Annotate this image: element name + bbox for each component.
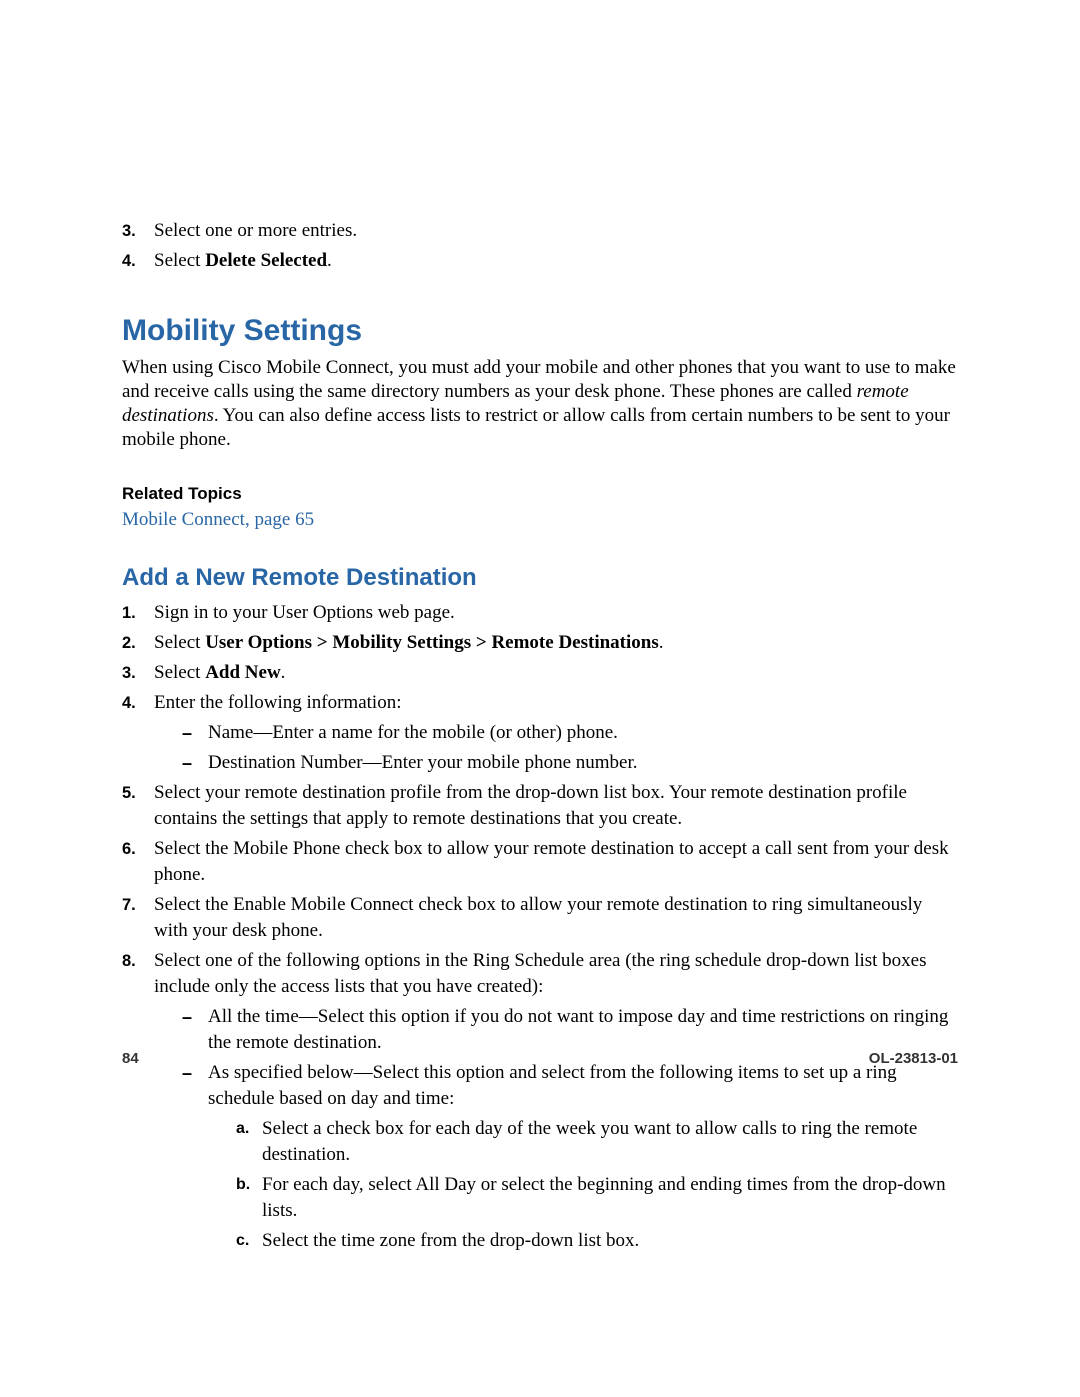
procedure-list: 1. Sign in to your User Options web page…	[122, 600, 958, 1254]
continuation-list: 3. Select one or more entries. 4. Select…	[122, 218, 958, 274]
related-topics-heading: Related Topics	[122, 484, 958, 504]
alpha-marker: c.	[236, 1228, 249, 1254]
intro-text-after: . You can also define access lists to re…	[122, 405, 950, 450]
step-marker: 5.	[122, 780, 136, 806]
list-marker: 4.	[122, 248, 136, 274]
sub-item: All the time—Select this option if you d…	[182, 1004, 958, 1056]
alpha-item-c: c. Select the time zone from the drop-do…	[236, 1228, 958, 1254]
step-text-suffix: .	[659, 632, 664, 653]
step-text: Select the Enable Mobile Connect check b…	[154, 894, 922, 941]
document-page: 3. Select one or more entries. 4. Select…	[0, 0, 1080, 1397]
alpha-item-b: b. For each day, select All Day or selec…	[236, 1172, 958, 1224]
section-heading-mobility: Mobility Settings	[122, 314, 958, 348]
step-5: 5. Select your remote destination profil…	[122, 780, 958, 832]
step-2: 2. Select User Options > Mobility Settin…	[122, 630, 958, 656]
list-item-3: 3. Select one or more entries.	[122, 218, 958, 244]
intro-text-before: When using Cisco Mobile Connect, you mus…	[122, 357, 956, 402]
subsection-heading-add-remote: Add a New Remote Destination	[122, 564, 958, 592]
sub-item: Destination Number—Enter your mobile pho…	[182, 750, 958, 776]
step-8: 8. Select one of the following options i…	[122, 948, 958, 1254]
step-marker: 8.	[122, 948, 136, 974]
step-text-prefix: Select	[154, 662, 205, 683]
step-text: Select one of the following options in t…	[154, 950, 927, 997]
step-3: 3. Select Add New.	[122, 660, 958, 686]
sub-item: As specified below—Select this option an…	[182, 1060, 958, 1254]
step-text-prefix: Select	[154, 632, 205, 653]
list-item-4: 4. Select Delete Selected.	[122, 248, 958, 274]
step-7: 7. Select the Enable Mobile Connect chec…	[122, 892, 958, 944]
sub-text: Name—Enter a name for the mobile (or oth…	[208, 722, 618, 743]
step-text: Sign in to your User Options web page.	[154, 602, 455, 623]
step8-sublist: All the time—Select this option if you d…	[182, 1004, 958, 1254]
step-text-suffix: .	[281, 662, 286, 683]
step-marker: 4.	[122, 690, 136, 716]
step-marker: 1.	[122, 600, 136, 626]
page-number: 84	[122, 1050, 139, 1067]
list-text-prefix: Select	[154, 250, 205, 271]
sub-text: Destination Number—Enter your mobile pho…	[208, 752, 638, 773]
step-text-bold: Add New	[205, 662, 280, 683]
document-id: OL-23813-01	[869, 1050, 958, 1067]
step8-alpha-list: a. Select a check box for each day of th…	[236, 1116, 958, 1254]
alpha-text: Select a check box for each day of the w…	[262, 1118, 917, 1165]
step-text-bold: User Options > Mobility Settings > Remot…	[205, 632, 659, 653]
step-marker: 3.	[122, 660, 136, 686]
sub-item: Name—Enter a name for the mobile (or oth…	[182, 720, 958, 746]
step-6: 6. Select the Mobile Phone check box to …	[122, 836, 958, 888]
related-topic-link[interactable]: Mobile Connect, page 65	[122, 508, 958, 532]
step-1: 1. Sign in to your User Options web page…	[122, 600, 958, 626]
step-text: Select your remote destination profile f…	[154, 782, 907, 829]
sub-text: All the time—Select this option if you d…	[208, 1006, 948, 1053]
alpha-text: For each day, select All Day or select t…	[262, 1174, 946, 1221]
sub-text: As specified below—Select this option an…	[208, 1062, 897, 1109]
list-marker: 3.	[122, 218, 136, 244]
step-4: 4. Enter the following information: Name…	[122, 690, 958, 776]
intro-paragraph: When using Cisco Mobile Connect, you mus…	[122, 356, 958, 452]
step-text: Select the Mobile Phone check box to all…	[154, 838, 949, 885]
step-text: Enter the following information:	[154, 692, 401, 713]
step4-sublist: Name—Enter a name for the mobile (or oth…	[182, 720, 958, 776]
alpha-marker: b.	[236, 1172, 250, 1198]
alpha-item-a: a. Select a check box for each day of th…	[236, 1116, 958, 1168]
alpha-marker: a.	[236, 1116, 249, 1142]
list-text-suffix: .	[327, 250, 332, 271]
step-marker: 7.	[122, 892, 136, 918]
list-text-bold: Delete Selected	[205, 250, 327, 271]
list-text: Select one or more entries.	[154, 220, 357, 241]
page-footer: 84 OL-23813-01	[122, 1050, 958, 1067]
step-marker: 2.	[122, 630, 136, 656]
step-marker: 6.	[122, 836, 136, 862]
alpha-text: Select the time zone from the drop-down …	[262, 1230, 639, 1251]
